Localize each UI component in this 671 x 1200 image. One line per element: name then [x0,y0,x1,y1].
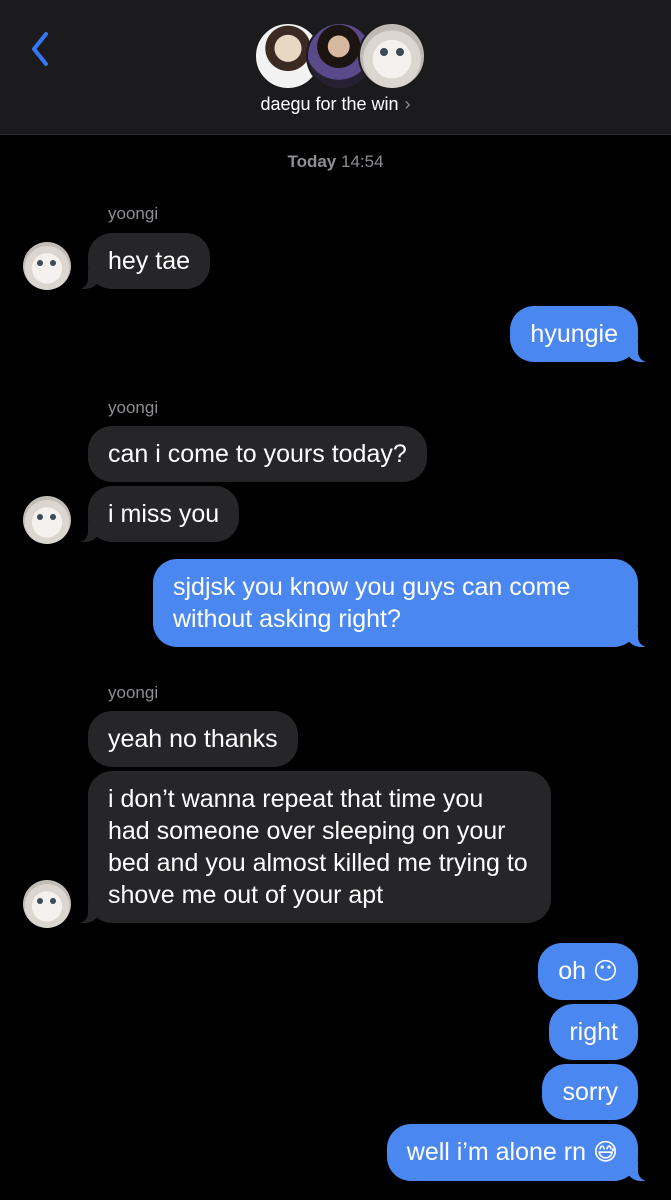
outgoing-message[interactable]: hyungie [510,306,648,362]
message-text: i don’t wanna repeat that time you had s… [108,785,528,909]
sweat-smile-emoji-icon: 😅 [592,1139,618,1166]
message-text: oh [558,957,587,985]
group-name-button[interactable]: daegu for the win › [0,94,671,115]
incoming-message[interactable]: i miss you [77,486,240,542]
message-text: hyungie [530,320,618,348]
sender-name: yoongi [108,204,159,223]
message-text: hey tae [108,247,191,275]
chevron-left-icon[interactable] [26,28,56,70]
message-text: i miss you [108,500,220,528]
outgoing-message[interactable]: oh 😶 [538,943,638,1000]
incoming-message[interactable]: can i come to yours today? [88,426,427,482]
outgoing-message[interactable]: right [549,1004,638,1060]
sender-name: yoongi [108,398,159,417]
message-timestamp: Today 14:54 [0,152,671,172]
group-avatars[interactable] [254,22,426,90]
message-text: sjdjsk you know you guys can come withou… [173,573,571,633]
neutral-face-emoji-icon: 😶 [592,958,618,985]
sender-avatar[interactable] [23,880,71,928]
message-text: sorry [562,1078,618,1106]
message-text: well i’m alone rn [406,1138,587,1166]
incoming-message[interactable]: yeah no thanks [88,711,298,767]
sender-name: yoongi [108,683,159,702]
outgoing-message[interactable]: sorry [542,1064,638,1120]
incoming-message[interactable]: hey tae [77,233,211,289]
chevron-right-icon: › [404,94,411,114]
message-text: yeah no thanks [108,725,278,753]
timestamp-day: Today [287,152,337,171]
message-text: right [569,1018,618,1046]
sender-avatar[interactable] [23,242,71,290]
message-text: can i come to yours today? [108,440,407,468]
outgoing-message[interactable]: well i’m alone rn 😅 [386,1124,649,1181]
conversation-header: daegu for the win › [0,0,671,135]
group-name-label: daegu for the win [260,94,399,114]
avatar [358,22,426,90]
timestamp-time: 14:54 [341,152,384,171]
sender-avatar[interactable] [23,496,71,544]
incoming-message[interactable]: i don’t wanna repeat that time you had s… [78,771,551,923]
outgoing-message[interactable]: sjdjsk you know you guys can come withou… [153,559,648,647]
